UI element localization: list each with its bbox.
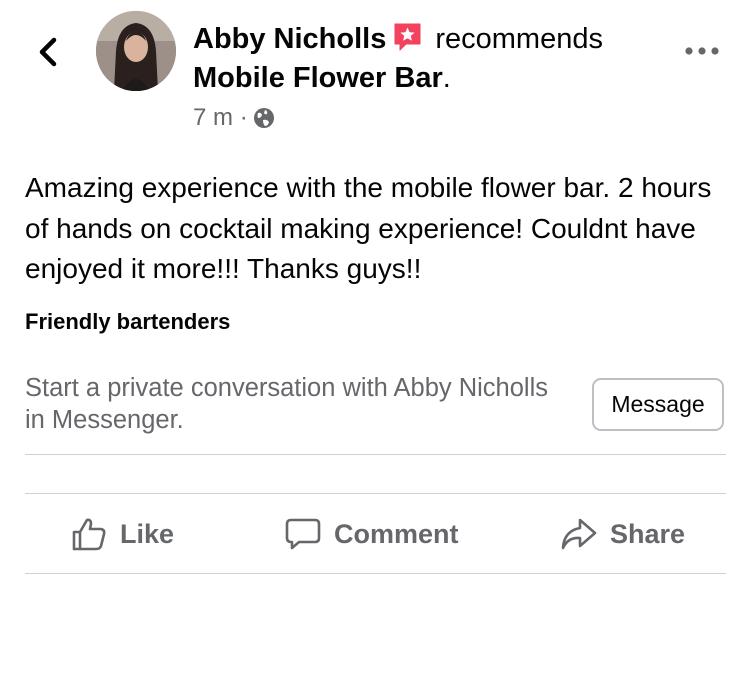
recommends-label: recommends [435, 23, 603, 55]
like-label: Like [120, 518, 175, 549]
meta-separator: · [239, 104, 248, 131]
post-header: Abby Nicholls recommends [193, 20, 603, 58]
post-meta: 7 m · [193, 102, 276, 134]
page-name-link[interactable]: Mobile Flower Bar [193, 62, 443, 94]
comment-label: Comment [334, 518, 459, 549]
private-message-prompt: Start a private conversation with Abby N… [25, 374, 548, 434]
post-time[interactable]: 7 m [193, 104, 233, 131]
like-button[interactable]: Like [70, 512, 174, 556]
back-button[interactable] [34, 34, 64, 70]
chevron-left-icon [39, 37, 57, 67]
message-button[interactable]: Message [592, 378, 724, 431]
share-label: Share [610, 518, 686, 549]
comment-button[interactable]: Comment [284, 512, 459, 556]
page-name-suffix: . [442, 62, 451, 94]
globe-icon [252, 106, 276, 130]
more-options-button[interactable] [684, 44, 720, 58]
avatar[interactable] [96, 11, 176, 91]
divider [25, 454, 726, 455]
author-name[interactable]: Abby Nicholls [193, 23, 386, 55]
share-button[interactable]: Share [560, 512, 685, 556]
page-name-line: Mobile Flower Bar. [193, 59, 451, 97]
divider [25, 493, 726, 494]
comment-icon [285, 518, 321, 550]
post-text: Amazing experience with the mobile flowe… [25, 172, 712, 284]
thumbs-up-icon [72, 518, 106, 551]
more-horizontal-icon [685, 47, 719, 55]
recommend-star-icon [392, 21, 423, 52]
recommendation-tag: Friendly bartenders [25, 309, 231, 334]
profile-photo [96, 11, 176, 91]
share-icon [561, 518, 597, 550]
divider [25, 573, 726, 574]
